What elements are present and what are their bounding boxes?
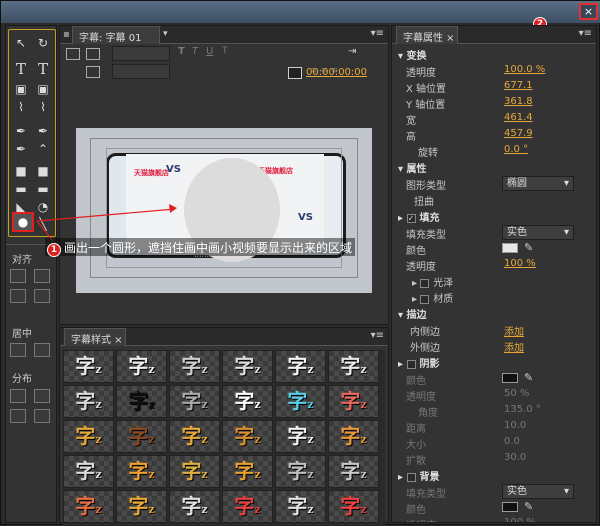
annotation-step-1: 1 画出一个圆形，遮挡住画中画小视频要显示出来的区域 bbox=[45, 238, 356, 257]
annotation-step-1-text: 画出一个圆形，遮挡住画中画小视频要显示出来的区域 bbox=[64, 241, 353, 255]
annotation-arrow bbox=[36, 204, 177, 242]
annotation-badge-1: 1 bbox=[47, 243, 61, 257]
title-designer-window: × 2 ↖ ↻ T T ▣ ▣ ⌇ ⌇ ✒ ✒ ✒ ⌃ ■ ■ ▬ ▬ ◣ ◔ … bbox=[0, 0, 600, 525]
